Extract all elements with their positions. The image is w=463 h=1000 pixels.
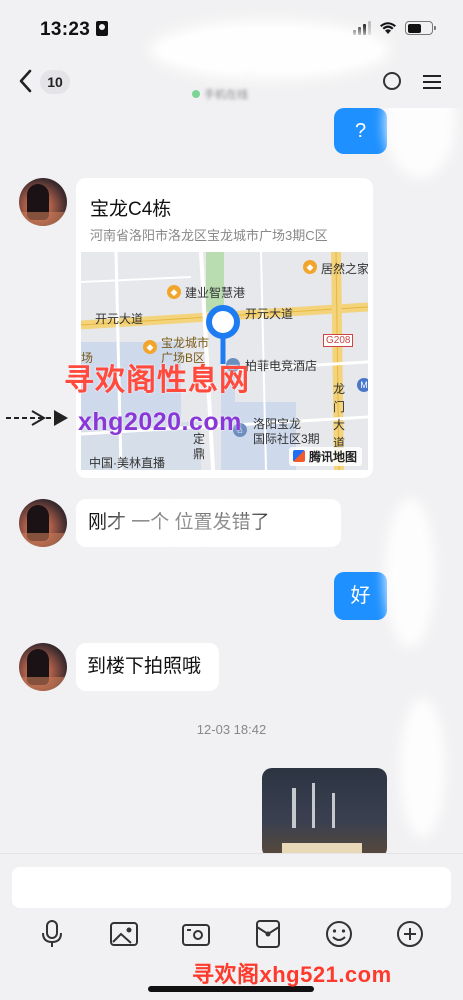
poi-icon: ◆	[303, 260, 317, 274]
location-address: 河南省洛阳市洛龙区宝龙城市广场3期C区	[90, 228, 328, 243]
incoming-message[interactable]: 到楼下拍照哦	[76, 643, 219, 691]
map-label: 国际社区3期	[253, 432, 320, 446]
message-input[interactable]	[12, 867, 451, 908]
map-label: 龙	[333, 382, 346, 396]
map-label: 门	[333, 400, 346, 414]
poi-icon: ◆	[143, 340, 157, 354]
metro-icon: M	[357, 378, 368, 392]
plus-icon[interactable]	[394, 918, 426, 950]
outgoing-message[interactable]: 好	[334, 572, 387, 620]
emoji-icon[interactable]	[323, 918, 355, 950]
redaction-scribble	[385, 108, 455, 178]
watermark-text: xhg2020.com	[78, 408, 242, 436]
red-packet-icon[interactable]	[252, 918, 284, 950]
avatar[interactable]	[19, 499, 67, 547]
phone-icon[interactable]	[381, 70, 403, 92]
map-label: G208	[323, 334, 354, 347]
menu-icon[interactable]	[423, 74, 441, 90]
camera-icon[interactable]	[180, 918, 212, 950]
redaction-scribble	[150, 20, 390, 80]
online-status-dot	[192, 90, 200, 98]
focus-badge-icon	[96, 21, 109, 36]
avatar[interactable]	[19, 178, 67, 226]
input-toolbar	[0, 918, 463, 954]
message-timestamp: 12-03 18:42	[196, 722, 267, 737]
location-title: 宝龙C4栋	[90, 199, 172, 220]
map-label: 开元大道	[245, 307, 294, 321]
map-label: 中国·美林直播	[89, 456, 165, 470]
unread-count-badge[interactable]: 10	[40, 70, 70, 94]
outgoing-message[interactable]: ?	[334, 108, 387, 154]
redaction-scribble	[105, 508, 275, 538]
map-attribution: 腾讯地图	[288, 447, 362, 466]
chat-subtitle: 手机在线	[192, 86, 248, 102]
avatar[interactable]	[19, 643, 67, 691]
battery-icon	[405, 21, 436, 35]
status-time: 13:23	[40, 19, 109, 41]
wifi-icon	[380, 22, 396, 34]
map-label: 鼎	[193, 447, 206, 461]
microphone-icon[interactable]	[36, 918, 68, 950]
dashed-arrow-icon	[6, 410, 68, 426]
outgoing-photo-message[interactable]	[262, 768, 387, 853]
map-label: 大	[333, 418, 346, 432]
chat-messages[interactable]: ? 宝龙C4栋 河南省洛阳市洛龙区宝龙城市广场3期C区 居然之家 ◆ 建业智慧港…	[0, 108, 463, 853]
map-label: 柏菲电竞酒店	[245, 359, 318, 373]
watermark-text: 寻欢阁xhg521.com	[192, 962, 392, 987]
redaction-scribble	[400, 698, 445, 838]
map-label: 开元大道	[95, 312, 144, 326]
image-icon[interactable]	[108, 918, 140, 950]
chevron-left-icon[interactable]	[16, 68, 36, 94]
map-label: 居然之家	[321, 262, 368, 276]
map-label: 建业智慧港	[185, 286, 246, 300]
poi-icon: ◆	[167, 285, 181, 299]
redaction-scribble	[385, 498, 435, 648]
watermark-text: 寻欢阁性息网	[64, 364, 250, 397]
